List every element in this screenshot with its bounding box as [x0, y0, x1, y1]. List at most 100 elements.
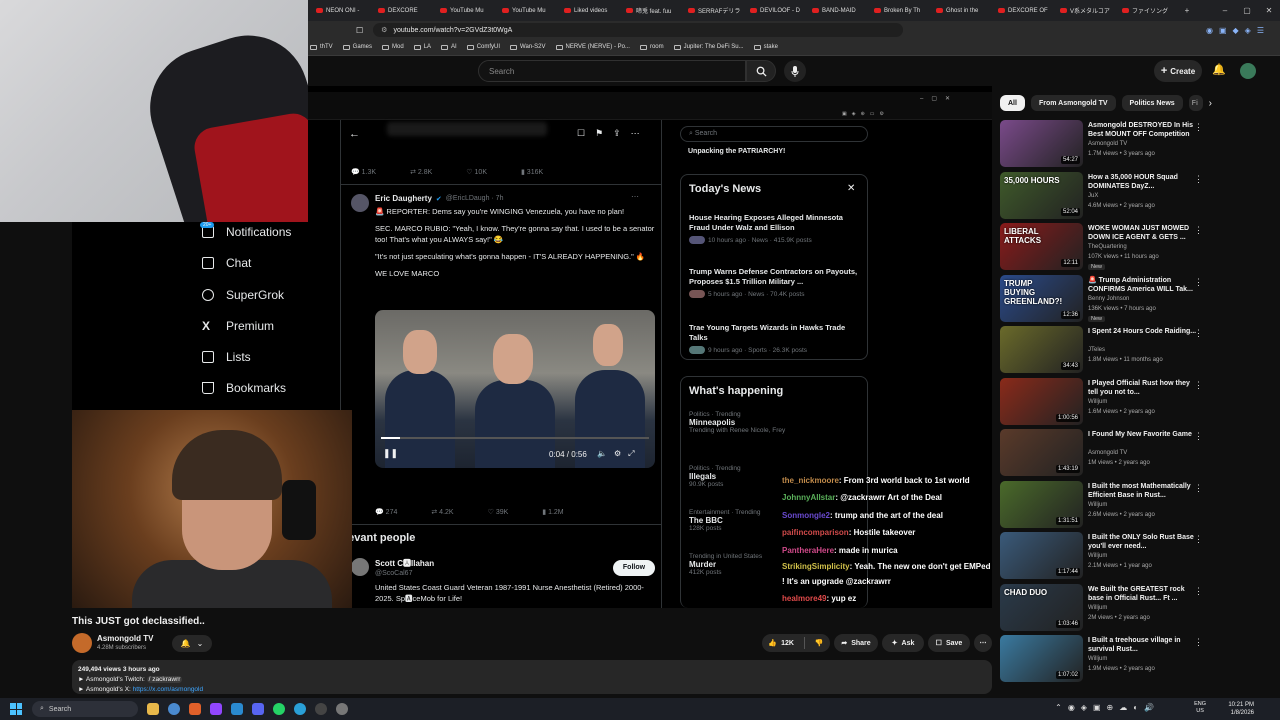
bookmark-item[interactable]: LA [413, 44, 431, 50]
tweet-header-icons[interactable]: ☐⚑⇪⋯ [577, 128, 650, 139]
video-title[interactable]: I Built a treehouse village in survival … [1088, 636, 1200, 654]
chrome-icon[interactable] [168, 703, 180, 715]
notifications-bell-icon[interactable]: 🔔 [1212, 63, 1226, 76]
back-arrow-icon[interactable]: ← [349, 128, 360, 140]
promo-banner[interactable]: Unpacking the PATRIARCHY! [688, 148, 785, 155]
video-description[interactable]: 249,494 views 3 hours ago ► Asmongold's … [72, 660, 992, 694]
channel-name[interactable]: JTeles [1088, 347, 1105, 353]
video-progress-bar[interactable] [381, 437, 649, 439]
share-button[interactable]: ➦ Share [834, 634, 878, 652]
twitch-icon[interactable] [210, 703, 222, 715]
recommended-video[interactable]: LIBERAL ATTACKS 12:11 WOKE WOMAN JUST MOWE… [1000, 223, 1268, 271]
like-count[interactable]: ♡ 10K [466, 168, 487, 176]
video-thumbnail[interactable]: CHAD DUO 1:03:46 [1000, 583, 1083, 631]
nav-premium[interactable]: X Premium [202, 319, 274, 333]
more-options-icon[interactable]: ⋮ [1194, 534, 1203, 545]
chip-from-channel[interactable]: From Asmongold TV [1030, 95, 1116, 111]
view-count[interactable]: ▮ 316K [521, 168, 543, 176]
follow-button[interactable]: Follow [613, 560, 655, 576]
file-explorer-icon[interactable] [147, 703, 159, 715]
recommended-video[interactable]: 1:00:56 I Played Official Rust how they t… [1000, 377, 1268, 426]
settings-icon[interactable] [336, 703, 348, 715]
chat-username[interactable]: healmore49 [782, 594, 826, 603]
nav-supergrok[interactable]: SuperGrok [202, 288, 284, 302]
brave-icon[interactable] [189, 703, 201, 715]
bookmark-item[interactable]: room [639, 44, 664, 50]
browser-tab[interactable]: DEXCORE [370, 0, 432, 21]
recommended-video[interactable]: 1:07:02 I Built a treehouse village in su… [1000, 635, 1268, 683]
taskbar-clock[interactable]: 10:21 PM 1/8/2026 [1228, 701, 1254, 717]
recommended-video[interactable]: 1:31:51 I Built the most Mathematically E… [1000, 480, 1268, 529]
channel-avatar[interactable] [72, 633, 92, 653]
browser-tab[interactable]: V系メタルコア [1052, 0, 1114, 21]
minimize-icon[interactable]: – [1214, 6, 1236, 15]
account-avatar[interactable] [1240, 63, 1256, 79]
video-title[interactable]: We Built the GREATEST rock base in Offic… [1088, 585, 1200, 603]
news-item[interactable]: House Hearing Exposes Alleged Minnesota … [689, 213, 861, 244]
video-thumbnail[interactable]: 1:00:56 [1000, 377, 1083, 425]
chevron-right-icon[interactable]: › [1209, 98, 1212, 109]
news-item[interactable]: Trae Young Targets Wizards in Hawks Trad… [689, 323, 861, 354]
person-avatar[interactable] [351, 558, 369, 576]
address-field[interactable]: ⚙ youtube.com/watch?v=2GVdZ3t0WgA [373, 23, 904, 37]
create-button[interactable]: + Create [1154, 60, 1202, 82]
youtube-search-input[interactable]: Search [478, 60, 746, 82]
more-options-icon[interactable]: ⋮ [1194, 586, 1203, 597]
channel-name[interactable]: Benny Johnson [1088, 296, 1129, 302]
recommended-video[interactable]: 34:43 I Spent 24 Hours Code Raiding... JTe… [1000, 326, 1268, 374]
repost-count[interactable]: ⇄ 2.8K [410, 168, 432, 176]
browser-tab[interactable]: YouTube Mu [432, 0, 494, 21]
recommended-video[interactable]: 1:17:44 I Built the ONLY Solo Rust Base y… [1000, 532, 1268, 580]
video-title[interactable]: I Built the ONLY Solo Rust Base you'll e… [1088, 533, 1200, 551]
chip-politics-news[interactable]: Politics News [1121, 95, 1183, 111]
browser-tab[interactable]: DEXCORE OF [990, 0, 1052, 21]
tweet-author-name[interactable]: Eric Daugherty [375, 194, 432, 203]
browser-tab[interactable]: SERRAFデリラ [680, 0, 742, 21]
maximize-icon[interactable]: ▢ [1236, 6, 1258, 15]
bookmark-item[interactable]: stake [753, 44, 778, 50]
browser-tab[interactable]: DEVILOOF - D [742, 0, 804, 21]
bookmark-item[interactable]: Jupiter: The DeFi Su... [673, 44, 744, 50]
nav-bookmarks[interactable]: Bookmarks [202, 381, 286, 395]
person-name[interactable]: Scott C🅰llahan [375, 558, 434, 569]
browser-tab[interactable]: NEON ONI - [308, 0, 370, 21]
recommended-video[interactable]: 54:27 Asmongold DESTROYED In His Best MOU… [1000, 120, 1268, 168]
chip-all[interactable]: All [1000, 95, 1025, 111]
video-thumbnail[interactable]: 34:43 [1000, 326, 1083, 373]
bookmark-item[interactable]: Games [342, 44, 372, 50]
channel-name[interactable]: TheQuartering [1088, 244, 1127, 250]
bookmark-item[interactable]: Mod [382, 44, 404, 50]
channel-name[interactable]: Asmongold TV [97, 634, 153, 643]
channel-name[interactable]: Asmongold TV [1088, 450, 1127, 456]
more-options-icon[interactable]: ⋮ [1194, 328, 1203, 339]
video-title[interactable]: I Spent 24 Hours Code Raiding... [1088, 327, 1200, 336]
browser-tab[interactable]: YouTube Mu [494, 0, 556, 21]
ask-button[interactable]: ✦ Ask [882, 634, 924, 652]
discord-icon[interactable] [252, 703, 264, 715]
bookmark-item[interactable]: NERVE (NERVE) - Po... [555, 44, 630, 50]
video-thumbnail[interactable]: 1:17:44 [1000, 532, 1083, 579]
browser-tab[interactable]: Broken By Th [866, 0, 928, 21]
tray-icons[interactable]: ⌃◉◈▣⊕☁◐🔊 [1055, 703, 1160, 712]
video-title[interactable]: I Played Official Rust how they tell you… [1088, 379, 1200, 397]
video-thumbnail[interactable]: 1:31:51 [1000, 480, 1083, 528]
voice-search-button[interactable] [784, 60, 806, 82]
recommended-video[interactable]: 1:43:19 I Found My New Favorite Game Asmon… [1000, 429, 1268, 477]
video-thumbnail[interactable]: 1:43:19 [1000, 429, 1083, 476]
close-icon[interactable]: ✕ [847, 183, 855, 194]
video-controls-icons[interactable]: 🔈⚙⤢ [597, 449, 642, 459]
video-thumbnail[interactable]: 54:27 [1000, 120, 1083, 167]
bookmark-star-icon[interactable]: ☐ [356, 26, 363, 35]
bookmark-item[interactable]: Wan-S2V [510, 44, 546, 50]
windows-start-icon[interactable] [10, 703, 22, 715]
like-dislike-button[interactable]: 👍 12K 👎 [762, 634, 830, 652]
video-title[interactable]: How a 35,000 HOUR Squad DOMINATES DayZ..… [1088, 173, 1200, 191]
reply-count[interactable]: 💬 1.3K [351, 168, 376, 176]
tweet-avatar[interactable] [351, 194, 369, 212]
news-item[interactable]: Trump Warns Defense Contractors on Payou… [689, 267, 861, 298]
more-options-icon[interactable]: ⋮ [1194, 637, 1203, 648]
subscribe-bell-button[interactable]: 🔔 ⌄ [172, 635, 212, 652]
browser-tab[interactable]: Liked videos [556, 0, 618, 21]
trend-item[interactable]: Politics · Trending Minneapolis Trending… [689, 411, 861, 434]
video-thumbnail[interactable]: 35,000 HOURS 52:04 [1000, 171, 1083, 219]
